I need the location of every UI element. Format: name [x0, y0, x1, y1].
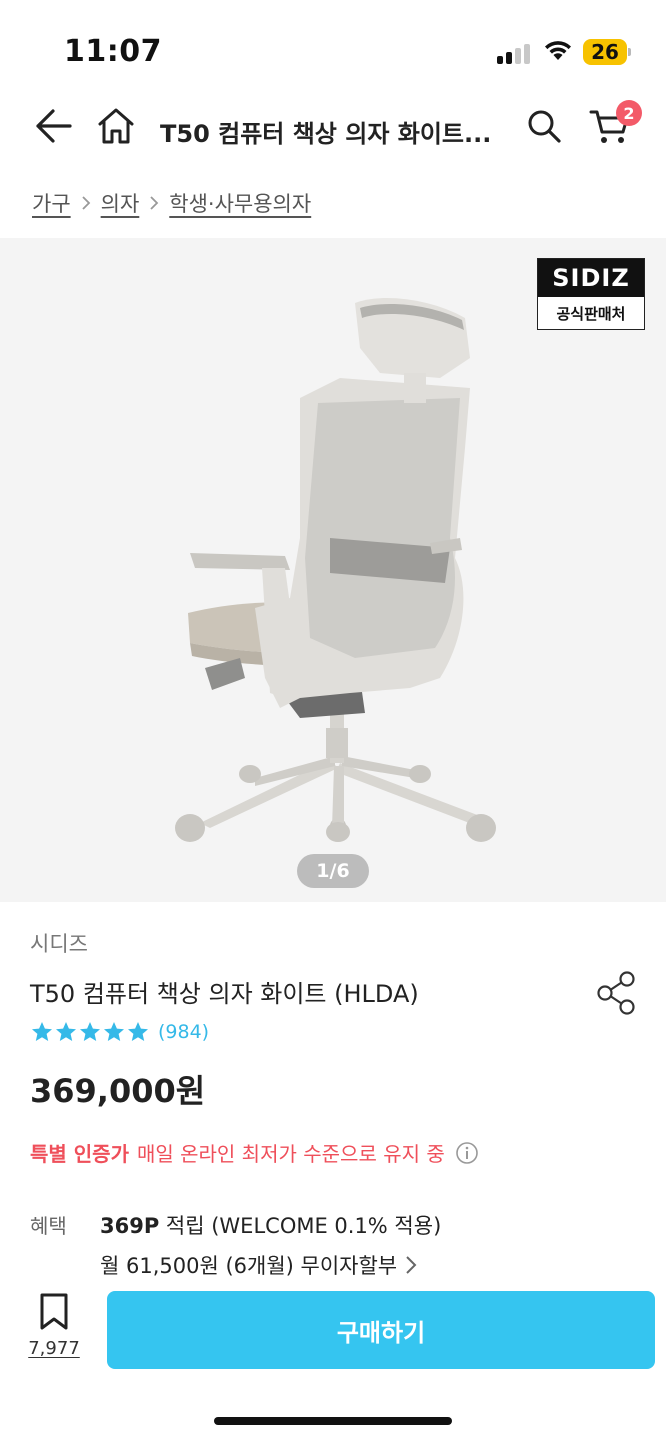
- bookmark-button[interactable]: 7,977: [24, 1292, 84, 1372]
- review-count[interactable]: (984): [158, 1021, 209, 1043]
- rating-stars: [30, 1020, 150, 1044]
- breadcrumb: 가구 의자 학생·사무용의자: [32, 188, 311, 218]
- search-icon: [528, 110, 561, 143]
- points-amount: 369P: [100, 1214, 160, 1238]
- share-icon: [597, 971, 635, 1015]
- status-bar: 11:07 26: [0, 0, 666, 96]
- product-image-gallery[interactable]: SIDIZ 공식판매처 1/6: [0, 238, 666, 902]
- bookmark-icon: [40, 1293, 68, 1330]
- page-title: T50 컴퓨터 책상 의자 화이트...: [160, 120, 492, 148]
- chevron-right-icon: [149, 195, 159, 211]
- back-button[interactable]: [31, 104, 75, 148]
- points-description: 적립 (WELCOME 0.1% 적용): [159, 1214, 442, 1238]
- status-time: 11:07: [64, 34, 162, 69]
- brand-logo: SIDIZ: [538, 259, 644, 297]
- search-button[interactable]: [522, 104, 566, 148]
- breadcrumb-item-office-chair[interactable]: 학생·사무용의자: [169, 188, 311, 218]
- star-icon: [78, 1020, 102, 1044]
- home-icon: [98, 108, 134, 144]
- product-price: 369,000원: [30, 1072, 206, 1110]
- official-seller-badge: SIDIZ 공식판매처: [537, 258, 645, 330]
- installment-link[interactable]: 월 61,500원 (6개월) 무이자할부: [100, 1250, 417, 1280]
- breadcrumb-item-furniture[interactable]: 가구: [32, 188, 71, 218]
- chevron-right-icon: [405, 1255, 417, 1275]
- product-image-chair: [175, 298, 496, 842]
- battery-icon: 26: [583, 39, 631, 65]
- star-icon: [54, 1020, 78, 1044]
- star-icon: [102, 1020, 126, 1044]
- chevron-right-icon: [81, 195, 91, 211]
- brand-name-link[interactable]: 시디즈: [30, 928, 88, 958]
- promo-title: 특별 인증가: [30, 1142, 129, 1166]
- home-button[interactable]: [94, 104, 138, 148]
- home-indicator: [214, 1417, 452, 1425]
- wifi-icon: [545, 41, 571, 60]
- bottom-action-bar: 7,977 구매하기: [0, 1280, 666, 1440]
- installment-text: 월 61,500원 (6개월) 무이자할부: [100, 1254, 398, 1278]
- promo-banner: 특별 인증가 매일 온라인 최저가 수준으로 유지 중: [30, 1138, 479, 1167]
- buy-button[interactable]: 구매하기: [107, 1291, 655, 1369]
- product-title: T50 컴퓨터 책상 의자 화이트 (HLDA): [30, 980, 419, 1008]
- battery-level: 26: [583, 39, 627, 65]
- benefit-label: 혜택: [30, 1214, 67, 1238]
- product-rating[interactable]: (984): [30, 1020, 209, 1044]
- official-seller-label: 공식판매처: [556, 304, 626, 323]
- share-button[interactable]: [595, 970, 639, 1016]
- back-arrow-icon: [36, 109, 72, 143]
- star-icon: [126, 1020, 150, 1044]
- benefit-points: 369P 적립 (WELCOME 0.1% 적용): [100, 1210, 441, 1240]
- cellular-signal-icon: [497, 42, 533, 64]
- image-pager: 1/6: [297, 854, 369, 888]
- promo-text: 매일 온라인 최저가 수준으로 유지 중: [136, 1142, 445, 1166]
- top-nav: T50 컴퓨터 책상 의자 화이트...: [0, 96, 666, 160]
- star-icon: [30, 1020, 54, 1044]
- bookmark-count: 7,977: [28, 1338, 80, 1359]
- cart-count-badge: 2: [616, 100, 642, 126]
- info-icon[interactable]: [455, 1141, 479, 1165]
- breadcrumb-item-chair[interactable]: 의자: [101, 188, 140, 218]
